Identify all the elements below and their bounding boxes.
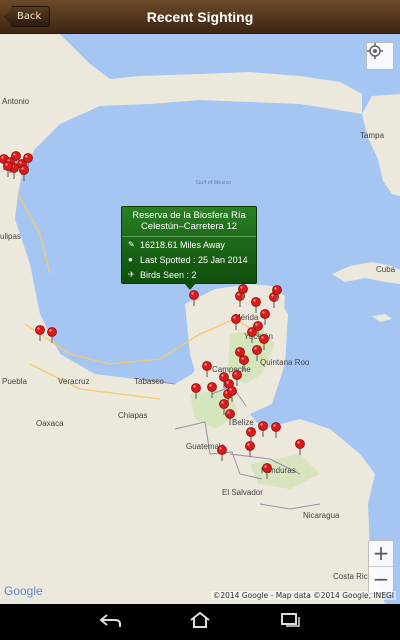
label-quintana: Quintana Roo	[260, 358, 310, 367]
label-costarica: Costa Rica	[333, 572, 373, 581]
label-tabasco: Tabasco	[134, 377, 164, 386]
info-distance-row: ✎ 16218.61 Miles Away	[122, 237, 256, 252]
app-header: Back Recent Sighting	[0, 0, 400, 34]
info-title: Reserva de la Biosfera Ría Celestún–Carr…	[122, 207, 256, 237]
sighting-info-window[interactable]: Reserva de la Biosfera Ría Celestún–Carr…	[121, 206, 257, 290]
bird-icon: ✈	[128, 270, 135, 279]
back-button[interactable]: Back	[4, 6, 51, 27]
back-icon[interactable]	[95, 613, 125, 632]
zoom-controls: + −	[368, 540, 394, 594]
label-oaxaca: Oaxaca	[36, 419, 64, 428]
info-birds-row: ✈ Birds Seen : 2	[122, 267, 256, 282]
my-location-button[interactable]	[366, 42, 394, 70]
ruler-icon: ✎	[128, 240, 135, 249]
label-tampa: Tampa	[360, 131, 385, 140]
map-canvas: Antonio Tampa Gulf of Mexico ulipas Pueb…	[0, 34, 400, 604]
label-cuba: Cuba	[376, 265, 396, 274]
label-campeche: Campeche	[212, 365, 251, 374]
label-belize: Belize	[232, 418, 254, 427]
info-birds-seen: Birds Seen : 2	[140, 269, 197, 280]
label-puebla: Puebla	[2, 377, 27, 386]
label-antonio: Antonio	[2, 97, 30, 106]
info-date-row: ● Last Spotted : 25 Jan 2014	[122, 252, 256, 267]
label-elsalvador: El Salvador	[222, 488, 263, 497]
zoom-in-button[interactable]: +	[369, 541, 393, 567]
page-title: Recent Sighting	[146, 8, 254, 25]
map-attribution[interactable]: ©2014 Google - Map data ©2014 Google, IN…	[210, 591, 396, 600]
land-jamaica	[372, 314, 392, 322]
system-nav-bar	[0, 604, 400, 640]
location-pin-icon: ●	[128, 255, 133, 264]
label-chiapas: Chiapas	[118, 411, 147, 420]
label-ulipas: ulipas	[0, 232, 21, 241]
recents-icon[interactable]	[275, 612, 305, 632]
label-gulf: Gulf of Mexico	[196, 180, 231, 186]
home-icon[interactable]	[185, 611, 215, 632]
crosshair-icon	[367, 43, 383, 59]
label-nicaragua: Nicaragua	[303, 511, 340, 520]
google-logo: Google	[4, 584, 43, 598]
info-last-spotted: Last Spotted : 25 Jan 2014	[140, 254, 248, 265]
zoom-out-button[interactable]: −	[369, 567, 393, 593]
info-distance: 16218.61 Miles Away	[140, 239, 225, 250]
map-view[interactable]: Antonio Tampa Gulf of Mexico ulipas Pueb…	[0, 34, 400, 604]
label-veracruz: Veracruz	[58, 377, 90, 386]
